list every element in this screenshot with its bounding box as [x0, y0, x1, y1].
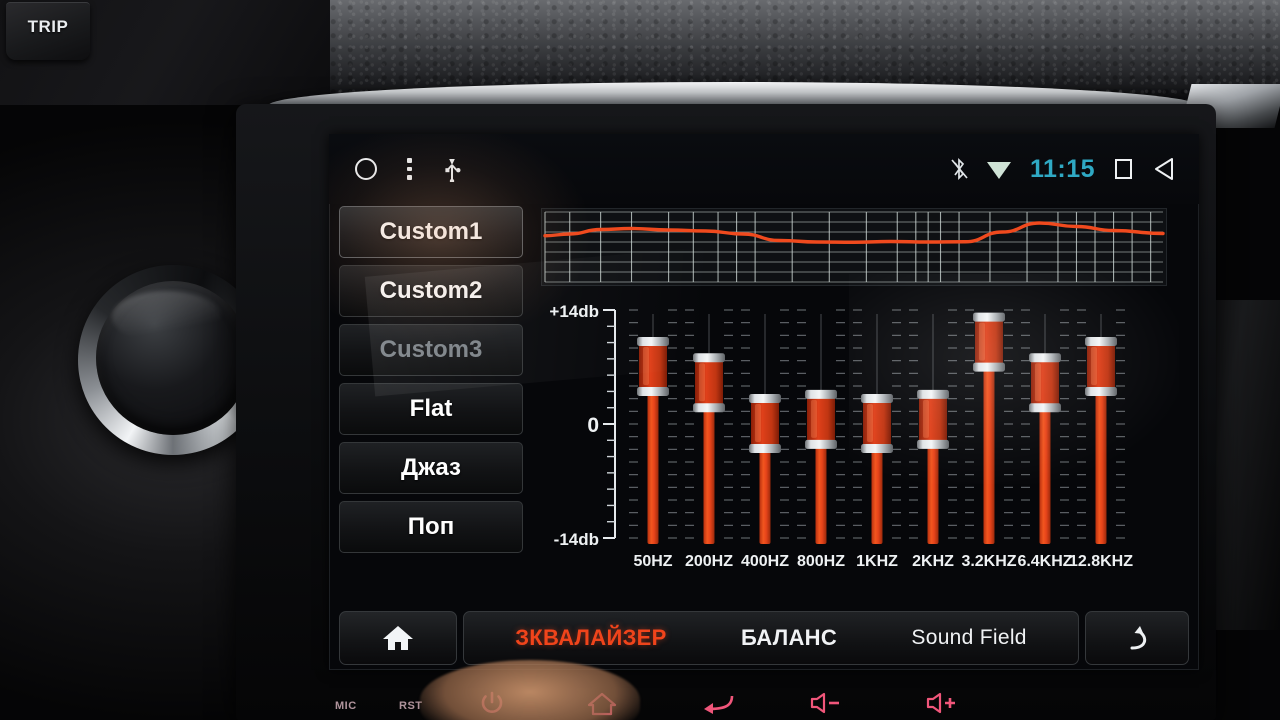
equalizer-main: Custom1 Custom2 Custom3 Flat Джаз Поп +1…	[329, 204, 1199, 604]
status-bar-left-group	[329, 156, 464, 182]
eq-band-sliders[interactable]: +14db 0 -14db 50HZ 200HZ 400HZ 800HZ 1KHZ 2KHZ 3.…	[541, 296, 1167, 596]
svg-text:12.8KHZ: 12.8KHZ	[1069, 553, 1133, 570]
status-bar-clock: 11:15	[1029, 154, 1095, 183]
eq-sliders-svg[interactable]: +14db 0 -14db 50HZ 200HZ 400HZ 800HZ 1KHZ 2KHZ 3.…	[541, 296, 1167, 596]
preset-label: Поп	[407, 513, 455, 540]
tab-equalizer[interactable]: ЗКВАЛАЙЗЕР	[515, 625, 666, 651]
preset-label: Custom1	[379, 218, 483, 245]
head-unit: 11:15 Custom1 Custom2 Custom3 Flat Джаз …	[236, 104, 1216, 720]
svg-text:-14db: -14db	[554, 530, 599, 549]
preset-flat[interactable]: Flat	[339, 383, 523, 435]
preset-custom1[interactable]: Custom1	[339, 206, 523, 258]
volume-up-icon[interactable]	[925, 692, 961, 719]
svg-text:400HZ: 400HZ	[741, 553, 789, 570]
knob-glare	[112, 291, 222, 343]
svg-text:2KHZ: 2KHZ	[912, 553, 954, 570]
reset-label: RST	[399, 700, 423, 712]
eq-curve-svg	[543, 211, 1165, 283]
preset-label: Custom3	[379, 336, 483, 363]
svg-text:50HZ: 50HZ	[633, 553, 672, 570]
preset-jazz[interactable]: Джаз	[339, 442, 523, 494]
touchscreen[interactable]: 11:15 Custom1 Custom2 Custom3 Flat Джаз …	[329, 134, 1199, 670]
trip-button[interactable]: TRIP	[6, 2, 90, 60]
preset-custom3[interactable]: Custom3	[339, 324, 523, 376]
bluetooth-off-icon	[951, 157, 968, 181]
preset-list: Custom1 Custom2 Custom3 Flat Джаз Поп	[329, 204, 537, 604]
svg-text:0: 0	[587, 414, 599, 437]
preset-pop[interactable]: Поп	[339, 501, 523, 553]
car-dashboard-scene: TRIP 11:15 Custom1 Custom2 Custom3 Flat …	[0, 0, 1280, 720]
preset-label: Flat	[409, 395, 453, 422]
tab-balance[interactable]: БАЛАНС	[741, 625, 837, 651]
back-arrow-icon[interactable]	[701, 692, 735, 719]
square-recents-icon[interactable]	[1113, 158, 1135, 180]
preset-label: Custom2	[379, 277, 483, 304]
eq-bottom-bar: ЗКВАЛАЙЗЕР БАЛАНС Sound Field	[329, 606, 1199, 670]
circle-icon[interactable]	[355, 158, 377, 180]
reset-undo-button[interactable]	[1085, 611, 1189, 665]
trip-button-label: TRIP	[27, 17, 69, 36]
tab-sound-field[interactable]: Sound Field	[911, 626, 1026, 650]
volume-down-icon[interactable]	[809, 692, 845, 719]
undo-arrow-icon	[1130, 626, 1147, 650]
android-status-bar: 11:15	[329, 134, 1199, 204]
home-icon	[383, 626, 413, 650]
svg-text:6.4KHZ: 6.4KHZ	[1017, 553, 1072, 570]
svg-text:1KHZ: 1KHZ	[856, 553, 898, 570]
eq-tab-bar: ЗКВАЛАЙЗЕР БАЛАНС Sound Field	[463, 611, 1079, 665]
svg-text:200HZ: 200HZ	[685, 553, 733, 570]
svg-text:3.2KHZ: 3.2KHZ	[961, 553, 1016, 570]
mic-label: MIC	[335, 700, 357, 712]
preset-custom2[interactable]: Custom2	[339, 265, 523, 317]
svg-text:+14db: +14db	[549, 302, 599, 321]
status-bar-right-group: 11:15	[951, 155, 1199, 184]
screen-home-button[interactable]	[339, 611, 457, 665]
svg-text:800HZ: 800HZ	[797, 553, 845, 570]
eq-pane: +14db 0 -14db 50HZ 200HZ 400HZ 800HZ 1KHZ 2KHZ 3.…	[537, 204, 1199, 604]
eq-response-curve	[541, 208, 1167, 286]
preset-label: Джаз	[401, 454, 461, 481]
usb-icon	[442, 156, 464, 182]
wifi-icon	[986, 158, 1012, 180]
overflow-menu-icon[interactable]	[407, 158, 412, 180]
back-triangle-icon[interactable]	[1153, 157, 1177, 181]
